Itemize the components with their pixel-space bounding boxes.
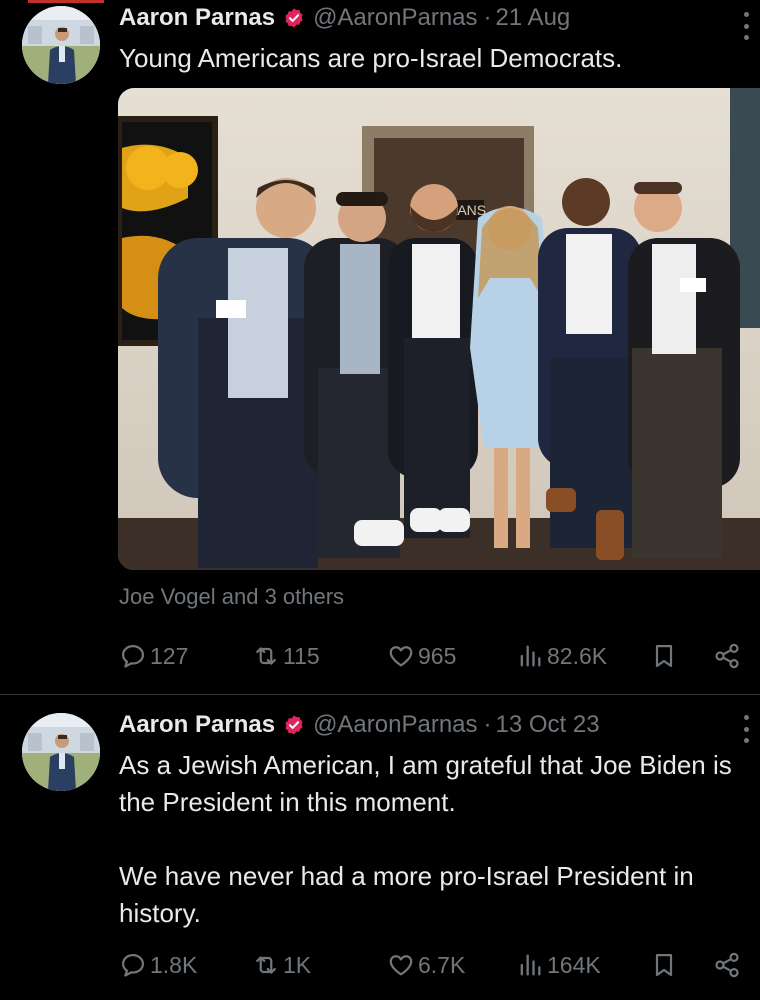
views-button[interactable]: 82.6K — [516, 638, 607, 674]
views-count: 164K — [547, 951, 601, 978]
reply-icon — [121, 644, 145, 668]
like-icon — [389, 646, 413, 667]
avatar[interactable] — [22, 713, 100, 791]
tweet-text: As a Jewish American, I am grateful that… — [119, 750, 732, 928]
liked-by-text[interactable]: Joe Vogel and 3 others — [119, 584, 344, 610]
tweet-2[interactable]: Aaron Parnas @AaronParnas · 13 Oct 23 As… — [0, 694, 760, 1000]
reply-button[interactable]: 1.8K — [119, 947, 197, 983]
bookmark-icon — [655, 644, 673, 668]
share-button[interactable] — [713, 947, 744, 983]
reply-count: 1.8K — [150, 951, 198, 978]
like-count: 6.7K — [418, 951, 466, 978]
views-icon — [520, 954, 541, 976]
tweet-date[interactable]: 13 Oct 23 — [496, 711, 600, 739]
retweet-icon — [256, 647, 276, 665]
tweet-1[interactable]: Aaron Parnas @AaronParnas · 21 Aug Young… — [0, 0, 760, 694]
avatar[interactable] — [22, 6, 100, 84]
more-icon[interactable] — [742, 12, 750, 40]
share-icon — [715, 643, 739, 669]
like-button[interactable]: 6.7K — [387, 947, 465, 983]
retweet-button[interactable]: 115 — [252, 638, 320, 674]
separator-dot: · — [483, 4, 492, 31]
views-button[interactable]: 164K — [516, 947, 601, 983]
views-icon — [520, 645, 541, 667]
tweet-actions: 127 115 965 82.6K — [119, 638, 760, 674]
more-icon[interactable] — [742, 715, 750, 743]
share-button[interactable] — [713, 638, 744, 674]
separator-dot: · — [483, 711, 492, 738]
retweet-count: 115 — [283, 642, 320, 669]
verified-badge-icon — [283, 7, 305, 29]
tweet-photo[interactable]: SANS — [118, 88, 760, 570]
retweet-icon — [256, 956, 276, 974]
retweet-count: 1K — [283, 951, 312, 978]
tweet-date[interactable]: 21 Aug — [496, 4, 571, 32]
like-icon — [389, 955, 413, 976]
author-name[interactable]: Aaron Parnas — [119, 4, 275, 32]
author-handle[interactable]: @AaronParnas — [313, 4, 477, 32]
author-handle[interactable]: @AaronParnas — [313, 711, 477, 739]
bookmark-button[interactable] — [650, 947, 681, 983]
share-icon — [715, 952, 739, 978]
bookmark-button[interactable] — [650, 638, 681, 674]
tweet-text: Young Americans are pro-Israel Democrats… — [119, 43, 623, 73]
like-count: 965 — [418, 642, 457, 669]
tweet-header: Aaron Parnas @AaronParnas · 13 Oct 23 — [119, 711, 600, 739]
group-photo-image: SANS — [118, 88, 760, 570]
verified-badge-icon — [283, 714, 305, 736]
reply-button[interactable]: 127 — [119, 638, 188, 674]
like-button[interactable]: 965 — [387, 638, 456, 674]
person-5 — [538, 178, 642, 560]
author-name[interactable]: Aaron Parnas — [119, 711, 275, 739]
views-count: 82.6K — [547, 642, 608, 669]
reply-icon — [121, 953, 145, 977]
bookmark-icon — [655, 953, 673, 977]
retweet-button[interactable]: 1K — [252, 947, 311, 983]
reply-count: 127 — [150, 642, 189, 669]
tweet-header: Aaron Parnas @AaronParnas · 21 Aug — [119, 4, 570, 32]
tweet-actions: 1.8K 1K 6.7K 164K — [119, 947, 760, 983]
